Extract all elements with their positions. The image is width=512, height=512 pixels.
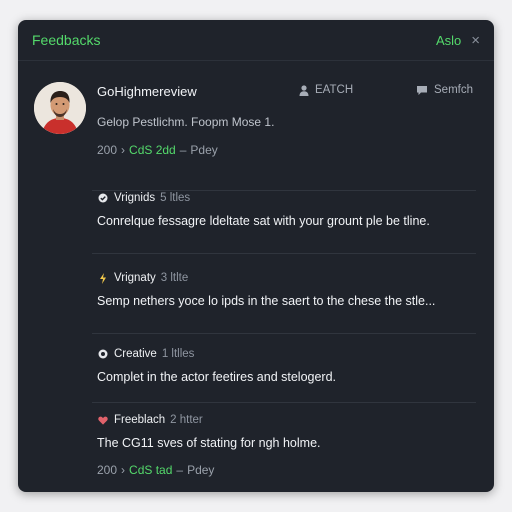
meta-highlight[interactable]: CdS 2dd <box>129 143 176 157</box>
feedback-item[interactable]: Freeblach 2 htter The CG11 sves of stati… <box>97 414 477 477</box>
meta-highlight[interactable]: CdS tad <box>129 463 172 477</box>
feedbacks-panel: Feedbacks Aslo × GoHighmereview EATCH Se… <box>18 20 494 492</box>
search-button[interactable]: Semfch <box>416 84 473 96</box>
panel-title: Feedbacks <box>32 32 101 48</box>
user-icon <box>299 84 309 96</box>
feedback-item-text: Semp nethers yoce lo ipds in the saert t… <box>97 294 436 308</box>
divider <box>92 190 476 191</box>
meta-day: Pdey <box>187 463 215 477</box>
meta-day: Pdey <box>190 143 218 157</box>
circle-dot-icon <box>97 349 109 359</box>
profile-subtitle: Gelop Pestlichm. Foopm Mose 1. <box>97 115 275 129</box>
auto-link[interactable]: Aslo <box>436 33 461 48</box>
feedback-item-header: Vrignaty 3 ltlte <box>97 272 477 284</box>
feedback-item[interactable]: Vrignids 5 ltles Conrelque fessagre ldel… <box>97 192 477 228</box>
avatar[interactable] <box>34 82 86 134</box>
feedback-item-header: Vrignids 5 ltles <box>97 192 477 204</box>
feedback-item-label: Vrignaty <box>114 272 156 284</box>
profile-name: GoHighmereview <box>97 84 197 99</box>
feedback-item-text: Conrelque fessagre ldeltate sat with you… <box>97 214 430 228</box>
chat-icon <box>417 85 427 95</box>
close-icon[interactable]: × <box>471 33 480 48</box>
feedback-item-count: 3 ltlte <box>160 272 189 284</box>
feedback-item-header: Freeblach 2 htter <box>97 414 477 426</box>
meta-count: 200 <box>97 143 118 157</box>
search-label: Semfch <box>434 84 473 96</box>
feedback-item[interactable]: Vrignaty 3 ltlte Semp nethers yoce lo ip… <box>97 272 477 308</box>
feedback-item-count: 1 ltlles <box>161 348 195 360</box>
meta-separator: – <box>179 143 187 157</box>
profile-meta: 200 › CdS 2dd – Pdey <box>97 143 218 157</box>
feedback-item[interactable]: Creative 1 ltlles Complet in the actor f… <box>97 348 477 384</box>
divider <box>92 402 476 403</box>
profile-card: GoHighmereview EATCH Semfch Gelop Pestli… <box>18 76 494 186</box>
feedback-item-text: The CG11 sves of stating for ngh holme. <box>97 436 321 450</box>
circle-check-icon <box>97 193 109 203</box>
titlebar-actions: Aslo × <box>436 33 480 48</box>
panel-titlebar: Feedbacks Aslo × <box>18 20 494 61</box>
feedback-item-label: Freeblach <box>114 414 166 426</box>
divider <box>92 253 476 254</box>
divider <box>92 333 476 334</box>
feedback-item-count: 5 ltles <box>160 192 191 204</box>
feedback-item-count: 2 htter <box>170 414 203 426</box>
bolt-icon <box>97 272 109 284</box>
feedback-item-label: Vrignids <box>114 192 156 204</box>
feedback-item-meta: 200 › CdS tad – Pdey <box>97 463 477 477</box>
chevron-right-icon: › <box>121 463 126 477</box>
feedback-item-label: Creative <box>114 348 157 360</box>
meta-count: 200 <box>97 463 118 477</box>
avatar-image <box>34 82 86 134</box>
heart-icon <box>97 416 109 425</box>
chevron-right-icon: › <box>121 143 126 157</box>
watch-button[interactable]: EATCH <box>299 84 353 96</box>
watch-label: EATCH <box>315 84 354 96</box>
meta-separator: – <box>176 463 184 477</box>
feedback-item-text: Complet in the actor feetires and stelog… <box>97 370 337 384</box>
feedback-item-header: Creative 1 ltlles <box>97 348 477 360</box>
